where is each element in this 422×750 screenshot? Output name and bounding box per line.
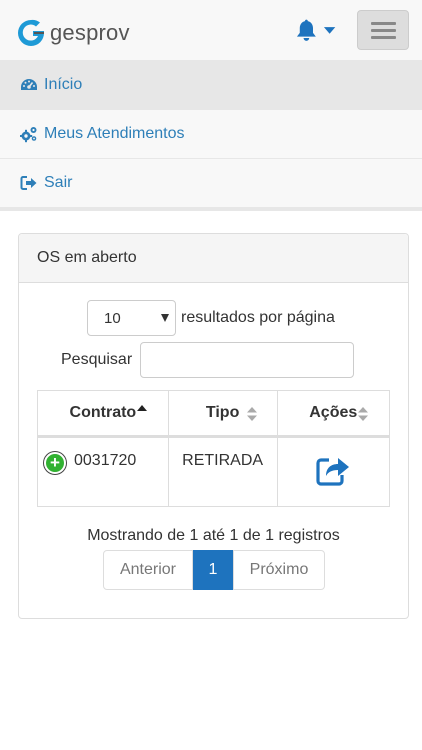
nav-item-label: Início: [44, 76, 83, 93]
logo-text: gesprov: [50, 20, 130, 45]
page-length-select[interactable]: 10: [87, 300, 176, 336]
hamburger-bar: [371, 29, 396, 32]
bell-icon: [296, 19, 316, 41]
page-length-control: 10 resultados por página: [87, 300, 335, 336]
sort-both-icon: [358, 407, 368, 421]
cell-acoes: [276, 436, 390, 507]
column-header-label: Tipo: [205, 404, 240, 421]
contrato-value: 0031720: [74, 452, 137, 469]
search-label: Pesquisar: [61, 351, 133, 368]
sort-asc-icon: [136, 405, 147, 411]
table-header-row: Contrato Tipo Ações: [37, 390, 390, 438]
main-nav: Início Meus Atendimentos Sair: [0, 61, 422, 211]
nav-divider: [0, 208, 422, 211]
search-control: Pesquisar: [61, 342, 355, 378]
table-row: + 0031720 RETIRADA: [37, 436, 390, 507]
open-orders-panel: OS em aberto 10 resultados por página Pe…: [18, 233, 409, 619]
brand-logo[interactable]: gesprov: [16, 17, 130, 49]
logo-mark-icon: [18, 19, 44, 46]
column-header-label: Contrato: [69, 404, 137, 421]
expand-row-icon[interactable]: +: [44, 452, 66, 474]
cell-tipo: RETIRADA: [167, 436, 278, 507]
gears-icon: [20, 125, 38, 143]
table-info: Mostrando de 1 até 1 de 1 registros: [87, 527, 340, 544]
hamburger-bar: [371, 36, 396, 39]
orders-table: Contrato Tipo Ações + 0031720 RETIRADA: [37, 390, 390, 507]
hamburger-icon: [371, 22, 396, 25]
notifications-button[interactable]: [296, 16, 336, 44]
panel-title: OS em aberto: [19, 234, 408, 283]
column-header-acoes[interactable]: Ações: [276, 390, 390, 438]
share-icon[interactable]: [316, 454, 350, 486]
nav-item-inicio[interactable]: Início: [0, 61, 422, 110]
sign-out-icon: [20, 174, 38, 192]
top-navbar: gesprov: [0, 0, 422, 61]
column-header-contrato[interactable]: Contrato: [37, 390, 169, 438]
pagination-prev-button[interactable]: Anterior: [103, 550, 193, 590]
page-length-label: resultados por página: [181, 309, 335, 326]
cell-contrato: + 0031720: [37, 436, 169, 507]
dashboard-icon: [20, 76, 38, 94]
pagination: Anterior 1 Próximo: [103, 550, 325, 590]
search-input[interactable]: [140, 342, 355, 378]
caret-down-icon: [323, 27, 336, 34]
page-length-value: 10: [104, 309, 121, 327]
nav-item-meus-atendimentos[interactable]: Meus Atendimentos: [0, 110, 422, 159]
pagination-next-button[interactable]: Próximo: [233, 550, 325, 590]
sort-both-icon: [246, 407, 257, 421]
nav-item-label: Sair: [44, 174, 73, 191]
menu-toggle-button[interactable]: [357, 10, 409, 50]
nav-item-label: Meus Atendimentos: [44, 125, 185, 142]
column-header-label: Ações: [309, 404, 358, 421]
column-header-tipo[interactable]: Tipo: [167, 390, 278, 438]
select-arrow-icon: [161, 314, 169, 322]
nav-item-sair[interactable]: Sair: [0, 159, 422, 208]
pagination-page-1[interactable]: 1: [193, 550, 233, 590]
